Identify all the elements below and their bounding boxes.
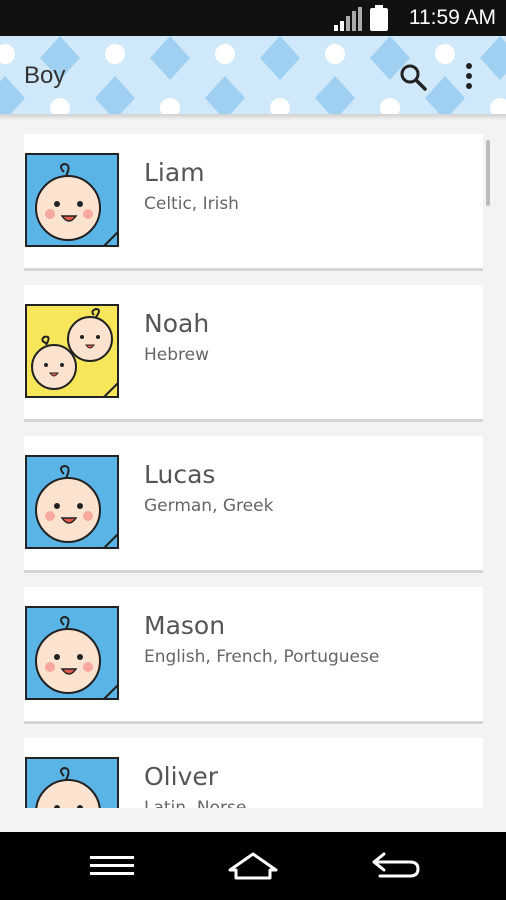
name-label: Mason [144, 611, 226, 640]
twin-baby-faces-icon [25, 304, 119, 398]
origin-label: German, Greek [144, 496, 274, 516]
name-label: Liam [144, 158, 205, 187]
name-card-oliver[interactable]: Oliver Latin, Norse [24, 738, 483, 808]
name-card-liam[interactable]: Liam Celtic, Irish [24, 134, 483, 271]
app-bar-shadow [0, 114, 506, 120]
app-bar: Boy [0, 36, 506, 114]
origin-label: English, French, Portuguese [144, 647, 380, 667]
name-card-lucas[interactable]: Lucas German, Greek [24, 436, 483, 573]
baby-face-icon [25, 757, 119, 808]
name-label: Noah [144, 309, 210, 338]
origin-label: Celtic, Irish [144, 194, 239, 214]
back-icon[interactable] [370, 848, 422, 884]
origin-label: Hebrew [144, 345, 210, 365]
baby-face-icon [25, 455, 119, 549]
baby-face-icon [25, 606, 119, 700]
status-time: 11:59 AM [408, 6, 496, 29]
page-title: Boy [24, 62, 66, 89]
name-card-mason[interactable]: Mason English, French, Portuguese [24, 587, 483, 724]
name-label: Lucas [144, 460, 216, 489]
search-icon[interactable] [398, 62, 428, 92]
navigation-bar [0, 832, 506, 900]
scrollbar[interactable] [486, 140, 490, 206]
menu-icon[interactable] [88, 848, 136, 884]
baby-face-icon [25, 153, 119, 247]
signal-icon [334, 7, 362, 31]
status-bar: 11:59 AM [0, 0, 506, 36]
more-vertical-icon[interactable] [464, 62, 474, 92]
battery-icon [370, 5, 388, 31]
name-label: Oliver [144, 762, 219, 791]
app-bar-pattern [0, 36, 506, 114]
name-card-noah[interactable]: Noah Hebrew [24, 285, 483, 422]
name-list[interactable]: Liam Celtic, Irish Noah Hebrew Lucas Ger… [0, 114, 506, 808]
home-icon[interactable] [226, 848, 280, 884]
origin-label: Latin, Norse [144, 798, 247, 808]
